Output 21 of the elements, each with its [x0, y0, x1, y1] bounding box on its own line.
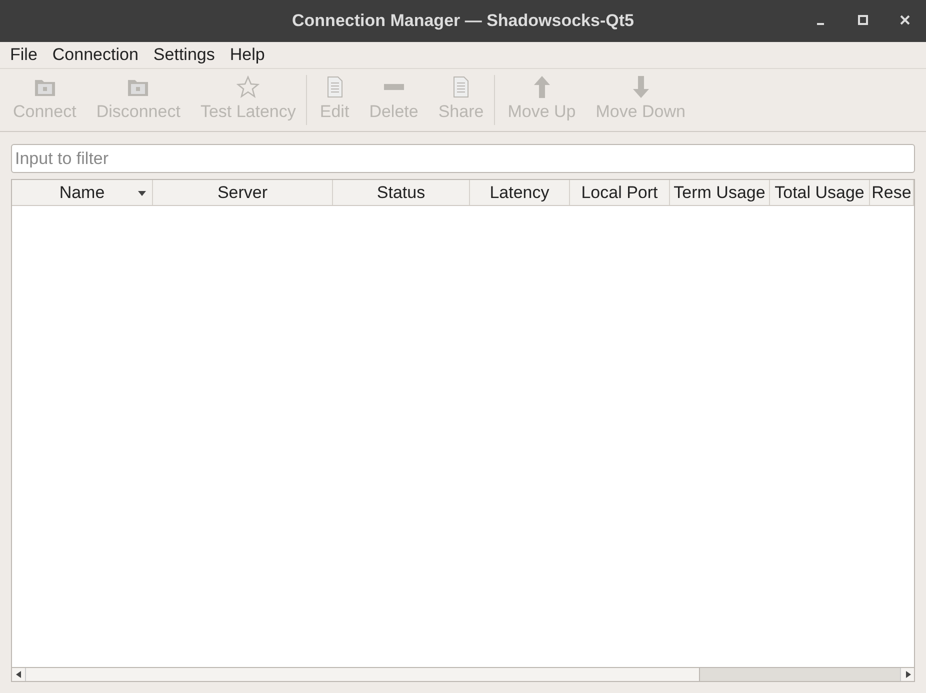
menu-item[interactable]: Connection: [52, 42, 138, 68]
scrollbar-thumb[interactable]: [698, 668, 900, 681]
column-header[interactable]: Name: [12, 180, 153, 205]
horizontal-scrollbar[interactable]: [12, 667, 914, 681]
column-header[interactable]: Local Port: [570, 180, 670, 205]
column-header[interactable]: Latency: [470, 180, 570, 205]
filter-field[interactable]: Input to filter: [11, 144, 915, 173]
menu-item[interactable]: File: [10, 42, 38, 68]
column-header[interactable]: Term Usage: [670, 180, 770, 205]
column-header[interactable]: Server: [153, 180, 333, 205]
window-title: Connection Manager — Shadowsocks-Qt5: [292, 10, 634, 32]
menu-item[interactable]: Help: [230, 42, 265, 68]
maximize-icon[interactable]: [856, 13, 870, 27]
star-icon: [236, 75, 260, 100]
menu-item[interactable]: Settings: [153, 42, 215, 68]
close-icon[interactable]: [898, 13, 912, 27]
column-header[interactable]: Rese: [870, 180, 914, 205]
column-header[interactable]: Status: [333, 180, 470, 205]
column-header[interactable]: Total Usage: [770, 180, 870, 205]
sort-caret-icon: [138, 191, 146, 196]
minus-icon: [384, 84, 404, 90]
